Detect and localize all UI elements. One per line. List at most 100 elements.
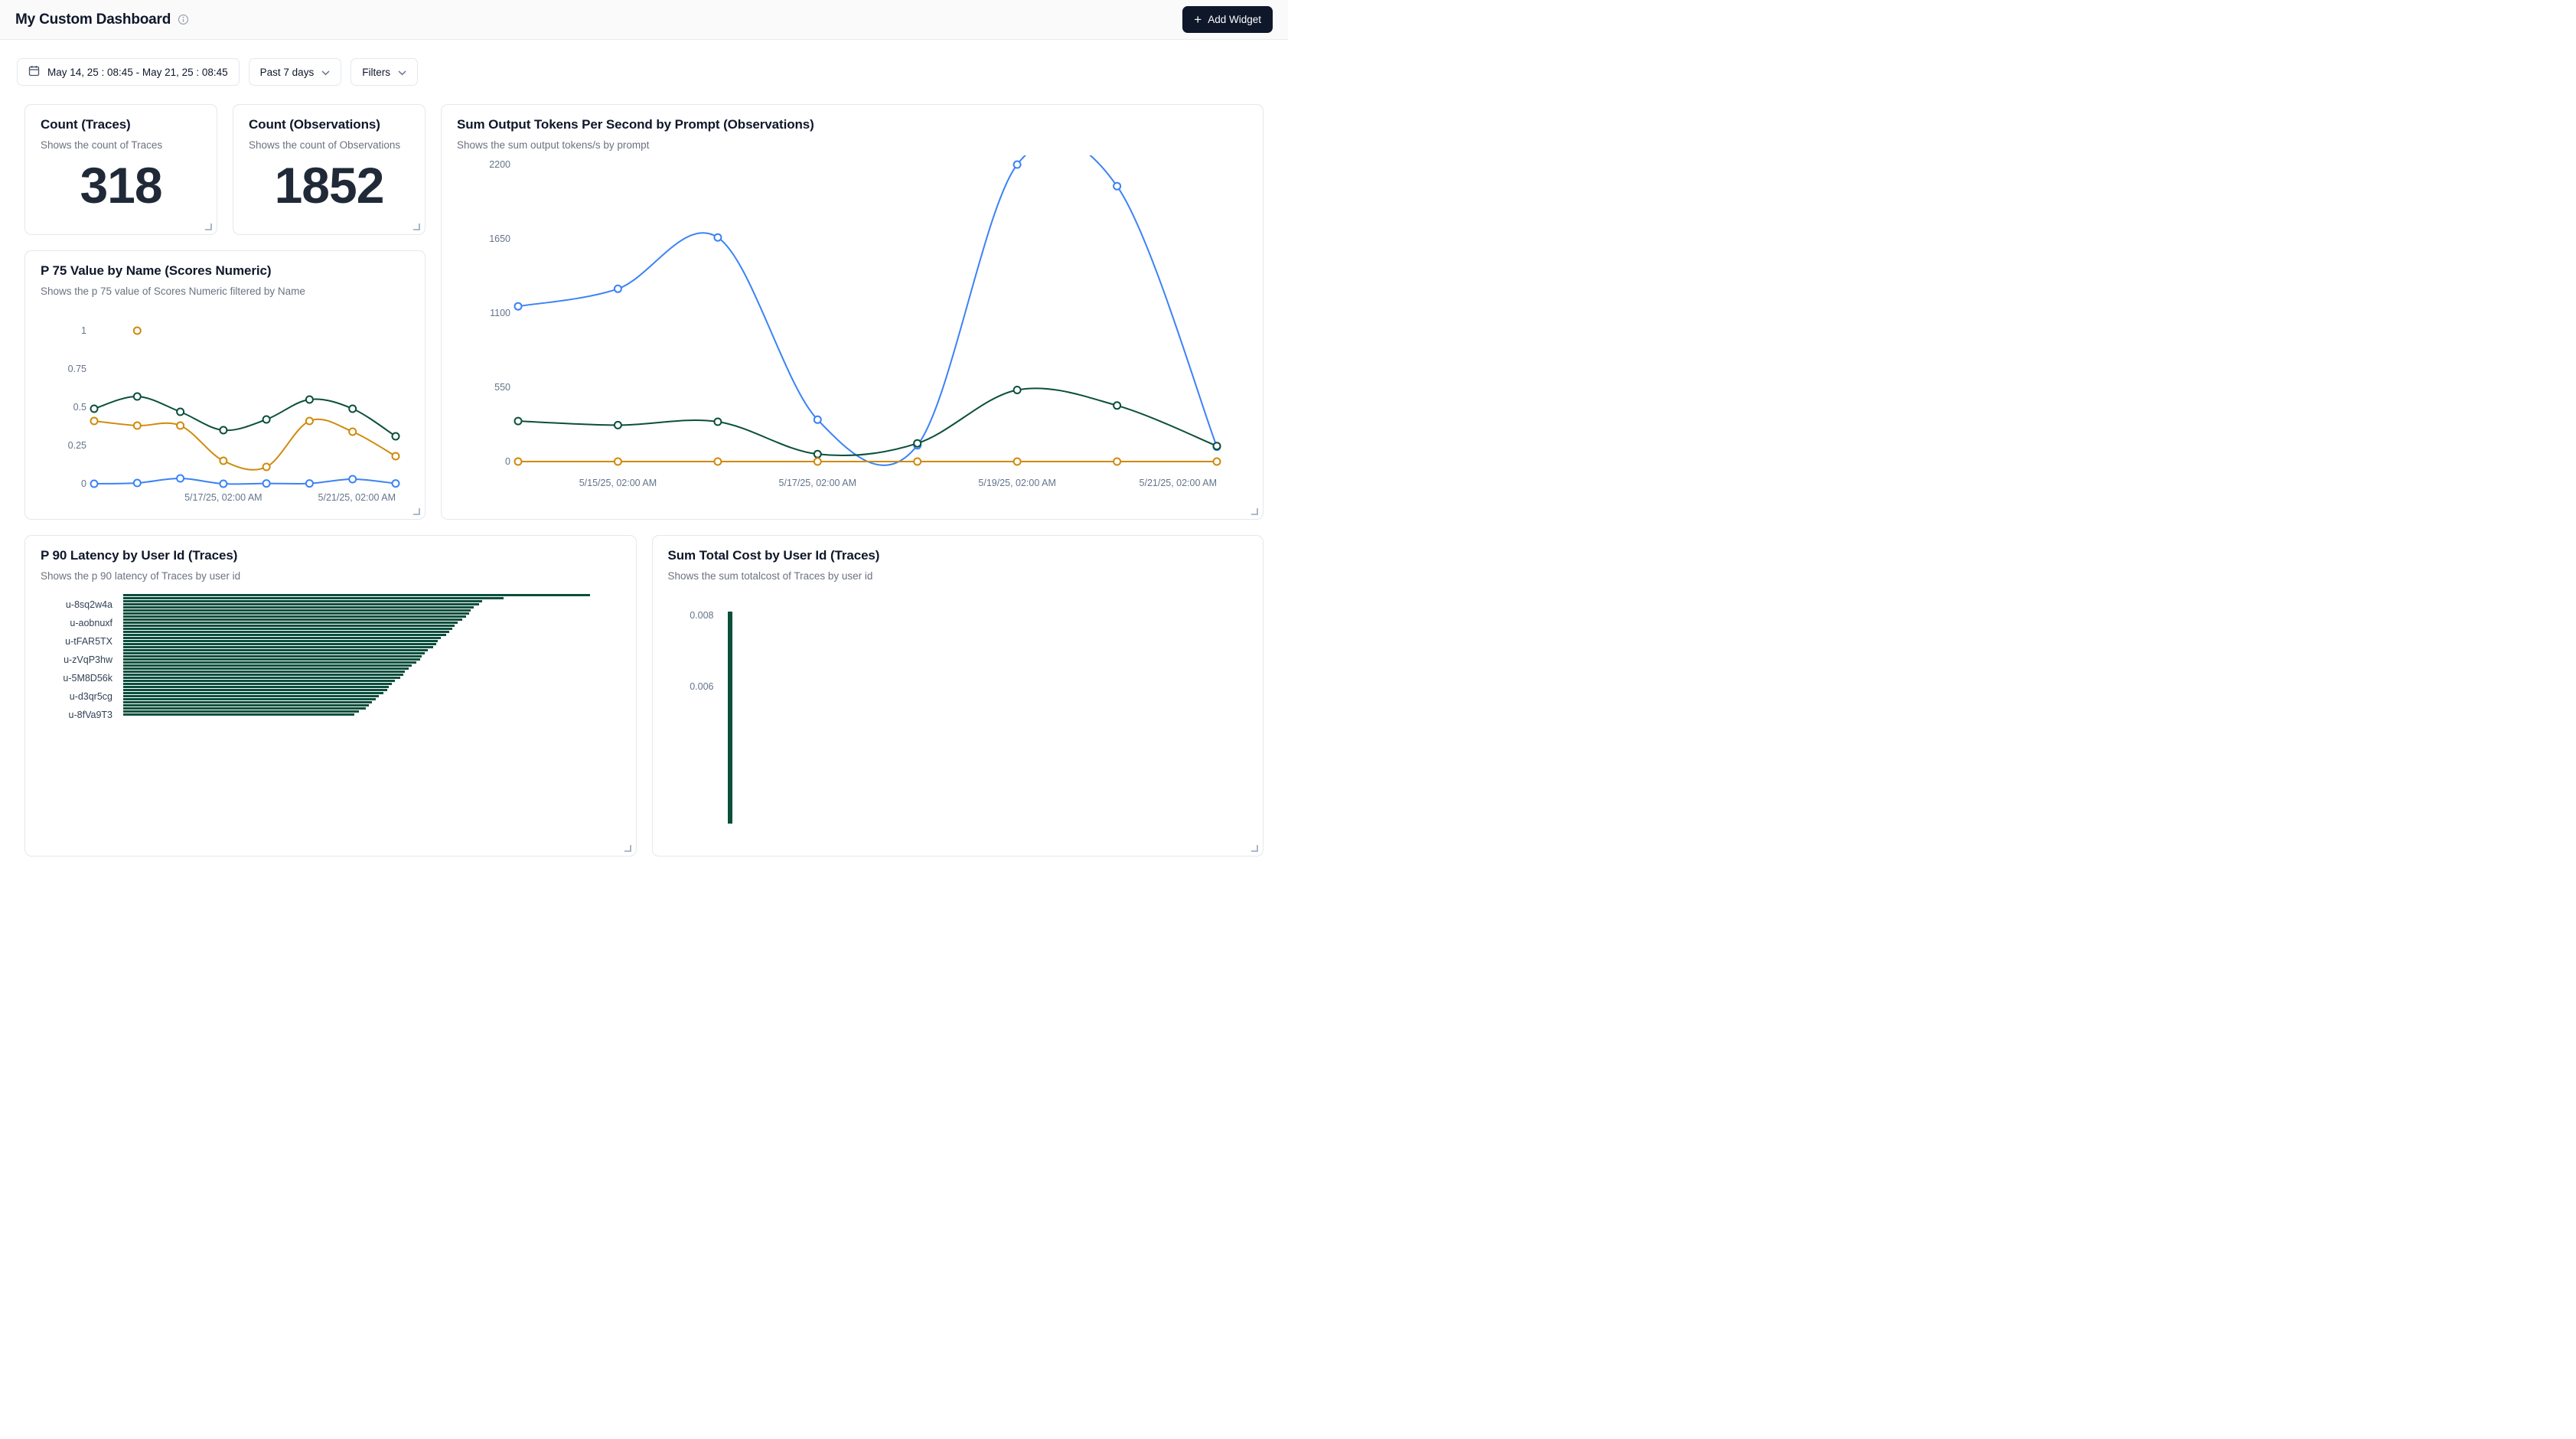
bar[interactable] [123, 704, 369, 706]
data-point[interactable] [177, 475, 184, 482]
resize-handle-icon[interactable] [204, 223, 212, 230]
data-point[interactable] [91, 406, 98, 413]
bar[interactable] [123, 634, 446, 636]
bar[interactable] [728, 612, 732, 824]
data-point[interactable] [714, 458, 721, 465]
bar[interactable] [123, 615, 466, 618]
data-point[interactable] [177, 423, 184, 429]
bar[interactable] [123, 609, 471, 612]
data-point[interactable] [134, 393, 141, 400]
data-point[interactable] [349, 476, 356, 483]
output-tokens-line-chart[interactable]: 05501100165022005/15/25, 02:00 AM5/17/25… [457, 155, 1247, 496]
data-point[interactable] [1114, 183, 1120, 190]
data-point[interactable] [615, 422, 621, 429]
data-point[interactable] [515, 458, 522, 465]
bar[interactable] [123, 625, 455, 627]
bar[interactable] [123, 603, 479, 605]
data-point[interactable] [814, 416, 821, 423]
bar[interactable] [123, 674, 403, 676]
filters-dropdown[interactable]: Filters [351, 58, 418, 86]
p75-scores-line-chart[interactable]: 00.250.50.7515/17/25, 02:00 AM5/21/25, 0… [41, 300, 409, 508]
data-point[interactable] [1114, 402, 1120, 409]
total-cost-bar-chart[interactable]: 0.0080.006 [668, 594, 1248, 824]
resize-handle-icon[interactable] [412, 507, 420, 515]
bar[interactable] [123, 631, 449, 633]
data-point[interactable] [914, 458, 921, 465]
data-point[interactable] [349, 406, 356, 413]
data-point[interactable] [134, 480, 141, 487]
bar[interactable] [123, 710, 359, 713]
date-preset-dropdown[interactable]: Past 7 days [249, 58, 342, 86]
bar[interactable] [123, 683, 392, 685]
bar[interactable] [123, 643, 436, 645]
data-point[interactable] [714, 419, 721, 426]
bar[interactable] [123, 707, 366, 710]
bar[interactable] [123, 597, 504, 599]
bar[interactable] [123, 606, 474, 609]
bar[interactable] [123, 713, 354, 716]
data-point[interactable] [515, 418, 522, 425]
bar[interactable] [123, 655, 422, 658]
bar[interactable] [123, 652, 425, 654]
data-point[interactable] [1114, 458, 1120, 465]
bar[interactable] [123, 692, 383, 694]
data-point[interactable] [814, 451, 821, 458]
data-point[interactable] [220, 481, 227, 488]
data-point[interactable] [615, 458, 621, 465]
bar[interactable] [123, 612, 469, 615]
bar[interactable] [123, 664, 412, 667]
data-point[interactable] [91, 418, 98, 425]
bar[interactable] [123, 698, 376, 700]
data-point[interactable] [1014, 162, 1021, 168]
p90-latency-bar-chart[interactable]: u-8sq2w4au-aobnuxfu-tFAR5TXu-zVqP3hwu-5M… [41, 594, 621, 847]
bar[interactable] [123, 640, 438, 642]
bar[interactable] [123, 649, 428, 651]
bar[interactable] [123, 637, 441, 639]
data-point[interactable] [306, 396, 313, 403]
data-point[interactable] [220, 458, 227, 465]
bar[interactable] [123, 686, 389, 688]
bar[interactable] [123, 628, 452, 630]
bar[interactable] [123, 701, 372, 703]
add-widget-button[interactable]: + Add Widget [1182, 6, 1273, 33]
data-point[interactable] [515, 303, 522, 310]
resize-handle-icon[interactable] [624, 844, 631, 852]
bar[interactable] [123, 667, 409, 670]
info-icon[interactable] [178, 14, 189, 25]
data-point[interactable] [393, 453, 399, 460]
bar[interactable] [123, 680, 395, 682]
resize-handle-icon[interactable] [1251, 844, 1258, 852]
data-point[interactable] [263, 464, 270, 471]
bar[interactable] [123, 658, 420, 661]
bar[interactable] [123, 695, 379, 697]
data-point[interactable] [1214, 458, 1221, 465]
data-point[interactable] [134, 328, 141, 334]
data-point[interactable] [1214, 442, 1221, 449]
data-point[interactable] [306, 480, 313, 487]
bar[interactable] [123, 618, 462, 621]
bar[interactable] [123, 594, 590, 596]
date-range-picker[interactable]: May 14, 25 : 08:45 - May 21, 25 : 08:45 [17, 58, 240, 86]
data-point[interactable] [714, 234, 721, 241]
bar[interactable] [123, 661, 416, 664]
data-point[interactable] [914, 440, 921, 447]
data-point[interactable] [615, 286, 621, 292]
data-point[interactable] [393, 480, 399, 487]
data-point[interactable] [1014, 458, 1021, 465]
resize-handle-icon[interactable] [1251, 507, 1258, 515]
data-point[interactable] [393, 433, 399, 440]
bar[interactable] [123, 646, 433, 648]
data-point[interactable] [134, 423, 141, 429]
data-point[interactable] [220, 427, 227, 434]
bar[interactable] [123, 600, 482, 602]
data-point[interactable] [91, 481, 98, 488]
resize-handle-icon[interactable] [412, 223, 420, 230]
data-point[interactable] [814, 458, 821, 465]
data-point[interactable] [306, 418, 313, 425]
bar[interactable] [123, 622, 458, 624]
bar[interactable] [123, 689, 387, 691]
bar[interactable] [123, 671, 405, 673]
bar[interactable] [123, 677, 400, 679]
data-point[interactable] [263, 480, 270, 487]
data-point[interactable] [349, 429, 356, 436]
